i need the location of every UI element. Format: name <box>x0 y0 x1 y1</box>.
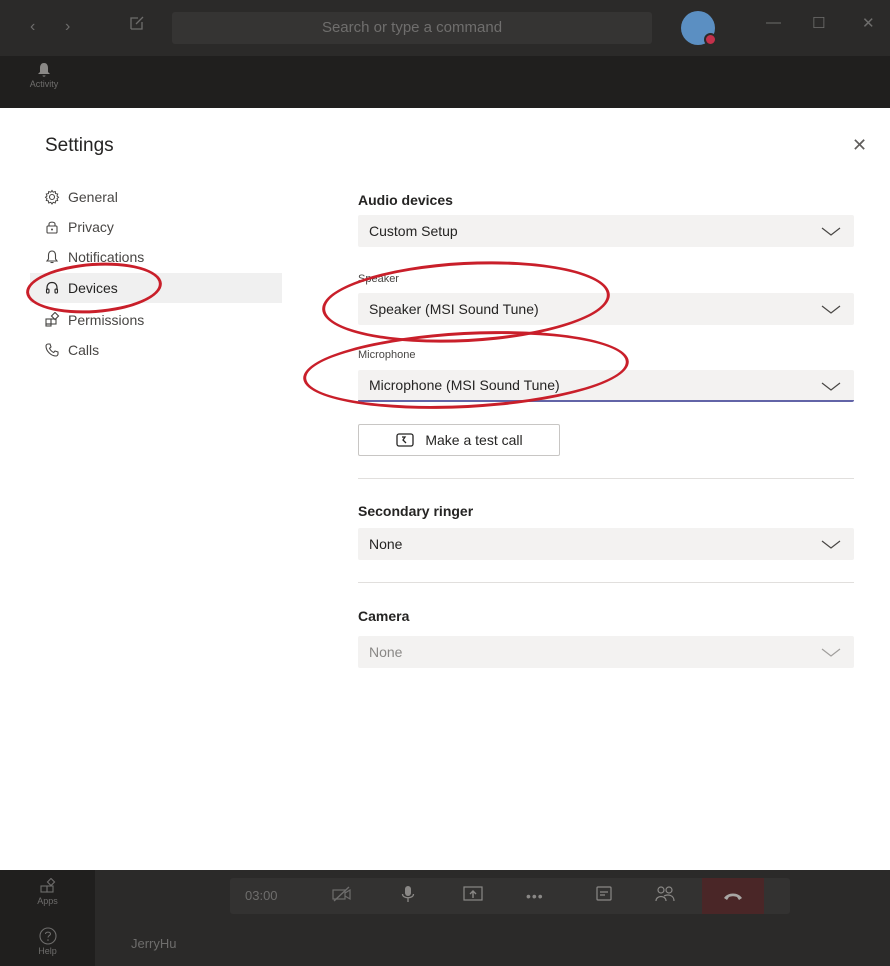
call-timer: 03:00 <box>245 888 278 903</box>
make-test-call-label: Make a test call <box>425 432 523 448</box>
compose-icon[interactable] <box>128 14 146 37</box>
activity-button[interactable]: Activity <box>6 60 82 104</box>
secondary-ringer-heading: Secondary ringer <box>358 503 474 519</box>
bell-icon <box>44 249 60 265</box>
status-badge <box>704 33 717 46</box>
headset-icon <box>44 280 60 296</box>
chevron-down-icon <box>821 540 841 549</box>
forward-arrow-icon[interactable]: › <box>65 18 70 36</box>
activity-label: Activity <box>29 79 59 89</box>
chevron-down-icon <box>821 648 841 657</box>
sidebar-item-label: General <box>68 189 118 205</box>
minimize-icon[interactable]: — <box>766 14 781 31</box>
help-button[interactable]: Help <box>0 926 95 956</box>
speaker-label: Speaker <box>358 273 399 285</box>
share-screen-icon[interactable] <box>462 884 484 909</box>
app-bar: Activity <box>0 56 890 108</box>
help-label: Help <box>38 946 57 956</box>
sidebar-item-label: Permissions <box>68 312 145 328</box>
camera-value: None <box>369 644 403 660</box>
speaker-dropdown[interactable]: Speaker (MSI Sound Tune) <box>358 293 854 325</box>
chevron-down-icon <box>821 305 841 314</box>
page-title: Settings <box>45 135 114 156</box>
avatar[interactable] <box>681 11 717 46</box>
search-input[interactable]: Search or type a command <box>172 12 652 44</box>
bell-icon <box>38 63 50 77</box>
microphone-value: Microphone (MSI Sound Tune) <box>369 377 560 393</box>
hang-up-button[interactable] <box>702 878 764 914</box>
username: JerryHu <box>131 936 177 951</box>
microphone-label: Microphone <box>358 349 416 361</box>
audio-devices-value: Custom Setup <box>369 223 458 239</box>
microphone-icon[interactable] <box>398 884 418 909</box>
make-test-call-button[interactable]: Make a test call <box>358 424 560 456</box>
apps-icon <box>39 878 55 893</box>
gear-icon <box>44 189 60 205</box>
participants-icon[interactable] <box>654 884 676 911</box>
sidebar-item-permissions[interactable]: Permissions <box>30 305 282 335</box>
sidebar-item-calls[interactable]: Calls <box>30 335 282 365</box>
left-rail: Apps Help <box>0 870 95 966</box>
sidebar-item-privacy[interactable]: Privacy <box>30 212 282 242</box>
maximize-icon[interactable]: ☐ <box>812 14 825 32</box>
chat-icon[interactable] <box>594 884 614 909</box>
speaker-value: Speaker (MSI Sound Tune) <box>369 301 539 317</box>
apps-icon <box>44 312 60 328</box>
camera-dropdown[interactable]: None <box>358 636 854 668</box>
microphone-dropdown[interactable]: Microphone (MSI Sound Tune) <box>358 370 854 402</box>
apps-button[interactable]: Apps <box>0 878 95 906</box>
secondary-ringer-dropdown[interactable]: None <box>358 528 854 560</box>
audio-devices-dropdown[interactable]: Custom Setup <box>358 215 854 247</box>
back-arrow-icon[interactable]: ‹ <box>30 18 35 36</box>
secondary-ringer-value: None <box>369 536 403 552</box>
audio-devices-heading: Audio devices <box>358 192 453 208</box>
sidebar-item-label: Notifications <box>68 249 145 265</box>
help-icon <box>38 927 57 945</box>
sidebar-item-label: Devices <box>68 280 118 296</box>
hang-up-icon <box>724 893 742 900</box>
sidebar-item-label: Privacy <box>68 219 114 235</box>
title-bar: ‹ › Search or type a command — ☐ ✕ <box>0 0 890 56</box>
apps-label: Apps <box>37 896 58 906</box>
sidebar-item-notifications[interactable]: Notifications <box>30 242 282 272</box>
phone-icon <box>44 342 60 358</box>
lock-icon <box>44 219 60 235</box>
test-call-icon <box>396 433 415 447</box>
more-options-icon[interactable]: ••• <box>526 888 544 904</box>
sidebar-item-label: Calls <box>68 342 100 358</box>
chevron-down-icon <box>821 382 841 391</box>
chevron-down-icon <box>821 227 841 236</box>
window-close-icon[interactable]: ✕ <box>862 14 875 32</box>
camera-heading: Camera <box>358 608 410 624</box>
camera-off-icon[interactable] <box>331 884 353 909</box>
sidebar-item-devices[interactable]: Devices <box>30 273 282 303</box>
sidebar-item-general[interactable]: General <box>30 182 282 212</box>
divider <box>358 582 854 583</box>
close-icon[interactable]: ✕ <box>852 135 867 156</box>
divider <box>358 478 854 479</box>
